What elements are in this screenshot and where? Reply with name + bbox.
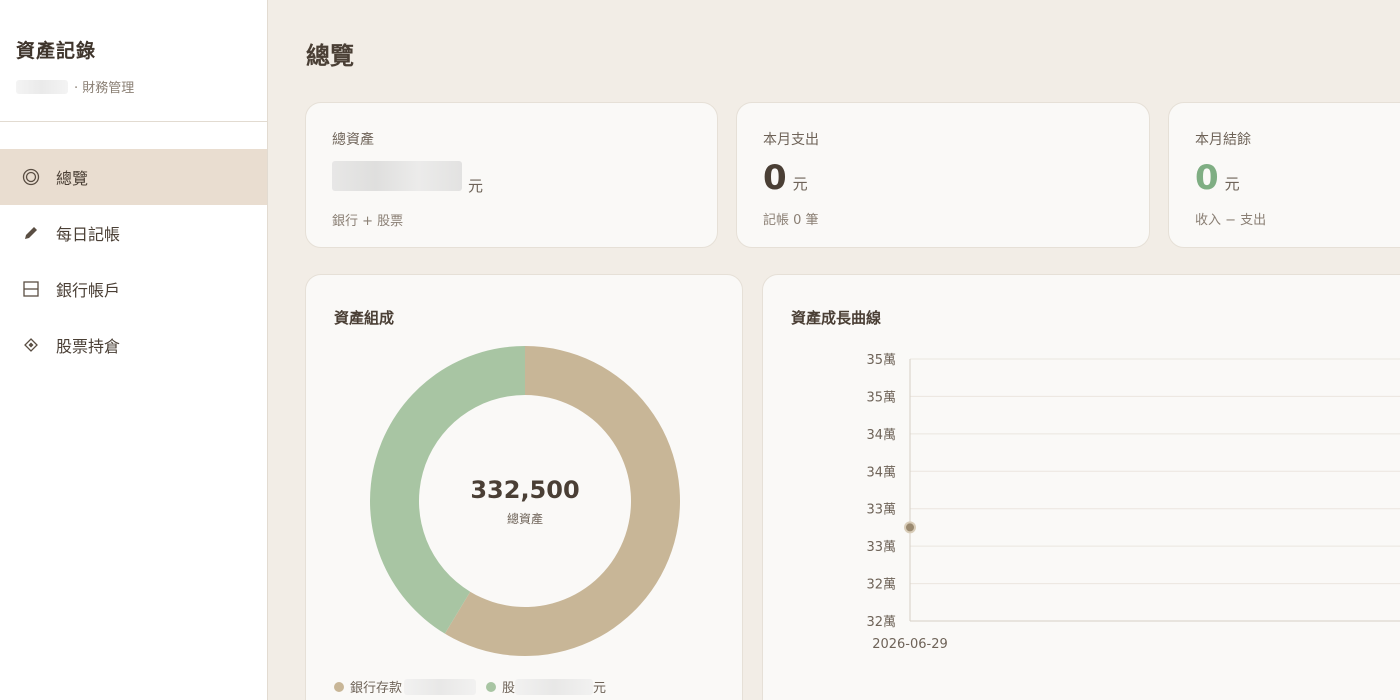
redacted-stock-amount xyxy=(515,678,594,695)
y-tick-label: 35萬 xyxy=(866,390,896,405)
redacted-bank-amount xyxy=(404,678,477,695)
y-tick-label: 34萬 xyxy=(866,428,896,443)
asset-composition-panel: 資產組成 332,500 總資產 銀行存款 股 元 xyxy=(305,274,743,700)
composition-title: 資產組成 xyxy=(334,309,395,327)
sidebar-nav: 總覽 每日記帳 銀行帳戶 股票持倉 xyxy=(0,149,267,373)
bank-box-icon xyxy=(22,280,40,298)
monthly-balance-card: 本月結餘 0 元 收入 − 支出 xyxy=(1168,102,1400,248)
y-tick-label: 33萬 xyxy=(866,540,896,555)
sidebar: 資產記錄 · 財務管理 總覽 每日記帳 銀行帳戶 股票持倉 xyxy=(0,0,268,700)
redacted-total-assets xyxy=(332,161,462,191)
pencil-icon xyxy=(22,224,40,242)
y-tick-label: 32萬 xyxy=(866,615,896,630)
legend-unit: 元 xyxy=(593,681,607,696)
line-point[interactable] xyxy=(904,521,916,534)
total-assets-card: 總資產 元 銀行 + 股票 xyxy=(305,102,718,248)
legend-dot xyxy=(334,681,344,692)
sidebar-item-overview[interactable]: 總覽 xyxy=(0,149,267,205)
monthly-expense-label: 本月支出 xyxy=(763,132,819,148)
redacted-username xyxy=(16,79,68,94)
legend-item-bank: 銀行存款 xyxy=(334,677,477,696)
target-icon xyxy=(22,168,40,186)
monthly-balance-number: 0 xyxy=(1195,158,1219,198)
app-subtitle-text: · 財務管理 xyxy=(74,81,135,96)
monthly-balance-label: 本月結餘 xyxy=(1195,132,1251,148)
composition-legend: 銀行存款 股 元 xyxy=(334,677,616,696)
sidebar-item-stock-holdings[interactable]: 股票持倉 xyxy=(0,317,267,373)
app-subtitle: · 財務管理 xyxy=(16,77,251,96)
legend-dot xyxy=(486,681,497,692)
y-tick-label: 34萬 xyxy=(866,465,896,480)
legend-label: 股 xyxy=(502,681,516,696)
monthly-expense-value: 0 元 xyxy=(763,161,1123,195)
brand: 資產記錄 · 財務管理 xyxy=(0,0,267,122)
total-assets-label: 總資產 xyxy=(332,132,374,148)
app-title: 資產記錄 xyxy=(16,40,97,62)
sidebar-item-bank-accounts[interactable]: 銀行帳戶 xyxy=(0,261,267,317)
donut-total: 332,500 xyxy=(470,475,580,504)
sidebar-item-label: 每日記帳 xyxy=(56,225,121,244)
donut-center: 332,500 總資產 xyxy=(369,345,681,657)
monthly-expense-unit: 元 xyxy=(792,175,808,193)
app-root: 資產記錄 · 財務管理 總覽 每日記帳 銀行帳戶 股票持倉 總覽 總資產 元 銀… xyxy=(0,0,1400,700)
total-assets-value: 元 xyxy=(332,161,691,196)
sidebar-item-daily-ledger[interactable]: 每日記帳 xyxy=(0,205,267,261)
monthly-expense-note: 記帳 0 筆 xyxy=(763,213,819,228)
donut-chart: 332,500 總資產 xyxy=(369,345,681,657)
y-tick-label: 33萬 xyxy=(866,503,896,518)
monthly-expense-card: 本月支出 0 元 記帳 0 筆 xyxy=(736,102,1150,248)
donut-total-label: 總資產 xyxy=(506,511,543,526)
y-tick-label: 32萬 xyxy=(866,578,896,593)
page-title: 總覽 xyxy=(306,42,354,70)
monthly-expense-number: 0 xyxy=(763,158,787,198)
line-chart-svg: 35萬 35萬 34萬 34萬 33萬 33萬 32萬 32萬 2026-06-29 xyxy=(866,353,1400,652)
monthly-balance-note: 收入 − 支出 xyxy=(1195,213,1267,228)
monthly-balance-unit: 元 xyxy=(1224,175,1240,193)
sidebar-item-label: 股票持倉 xyxy=(56,337,121,356)
total-assets-note: 銀行 + 股票 xyxy=(332,214,404,229)
sidebar-item-label: 銀行帳戶 xyxy=(56,281,121,300)
monthly-balance-value: 0 元 xyxy=(1195,161,1400,195)
x-tick-label: 2026-06-29 xyxy=(872,637,948,652)
diamond-icon xyxy=(22,336,40,354)
legend-label: 銀行存款 xyxy=(350,681,403,696)
legend-item-stock: 股 元 xyxy=(486,677,606,696)
total-assets-unit: 元 xyxy=(468,177,484,195)
asset-growth-panel: 資產成長曲線 35萬 35萬 34萬 34萬 33萬 33萬 32萬 32萬 2026-06-2… xyxy=(762,274,1400,700)
sidebar-item-label: 總覽 xyxy=(56,169,89,188)
y-tick-label: 35萬 xyxy=(866,353,896,368)
